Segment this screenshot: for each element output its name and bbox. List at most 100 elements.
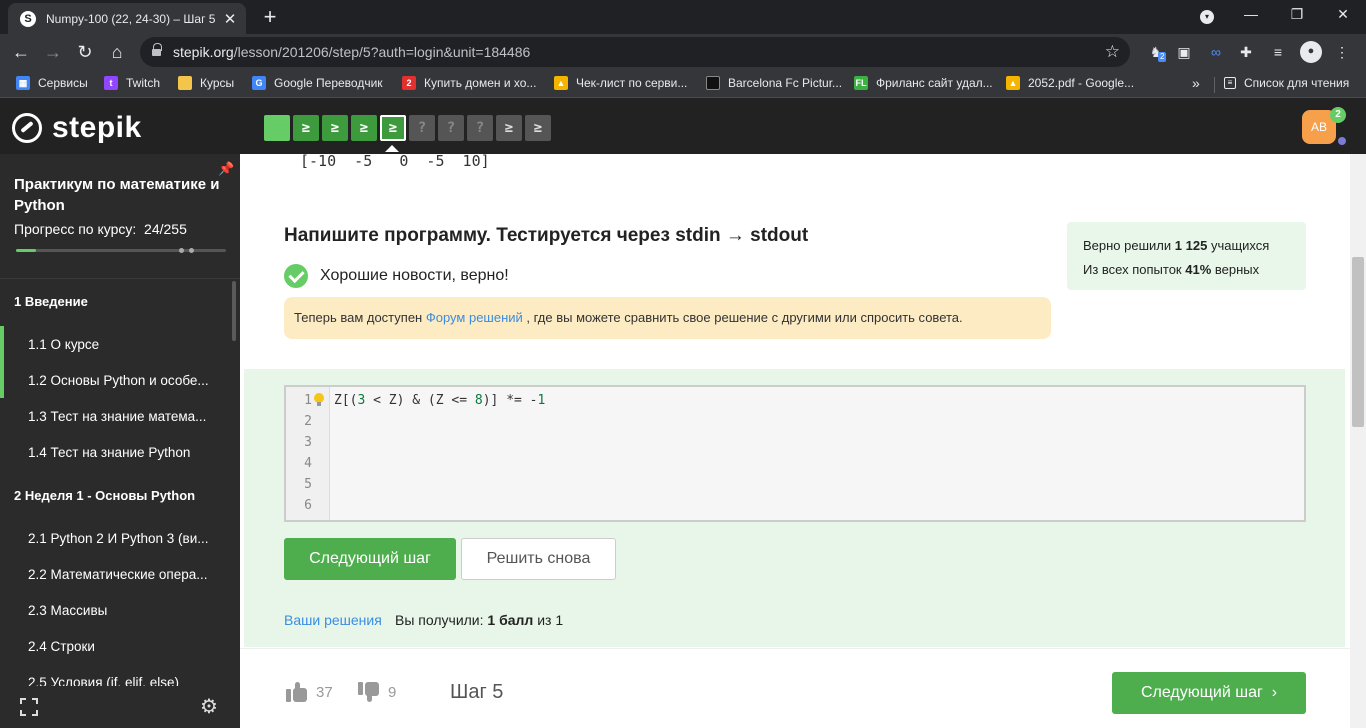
code-line[interactable]: Z[(3 < Z) & (Z <= 8)] *= -1 bbox=[334, 393, 545, 408]
address-bar[interactable]: stepik.org/lesson/201206/step/5?auth=log… bbox=[140, 37, 1130, 67]
step-navigation: ≥ ≥ ≥ ≥??? ≥ ≥ bbox=[264, 115, 551, 141]
your-solutions-link[interactable]: Ваши решения bbox=[284, 612, 382, 628]
back-icon[interactable]: ← bbox=[10, 41, 32, 63]
sidebar-lesson[interactable]: 2.4 Строки bbox=[28, 639, 224, 654]
lightbulb-icon[interactable] bbox=[314, 393, 324, 407]
bookmark-item[interactable]: Курсы bbox=[178, 76, 234, 90]
menu-dots-icon[interactable]: ⋮ bbox=[1332, 42, 1352, 62]
sidebar-lesson[interactable]: 1.4 Тест на знание Python bbox=[28, 445, 224, 460]
tab-title: Numpy-100 (22, 24-30) – Шаг 5 – bbox=[46, 11, 216, 26]
bookmark-item[interactable]: ▲ 2052.pdf - Google... bbox=[1006, 76, 1134, 90]
line-number: 6 bbox=[304, 498, 312, 513]
thumbs-down-icon bbox=[358, 682, 380, 702]
solve-stats: Верно решили 1 125 учащихся Из всех попы… bbox=[1067, 222, 1306, 290]
stepik-header: stepik ≥ ≥ ≥ ≥??? ≥ ≥ AB 2 bbox=[0, 98, 1366, 154]
lesson-done-marker bbox=[0, 362, 4, 398]
course-progress: Прогресс по курсу: 24/255 bbox=[14, 221, 187, 237]
line-number: 1 bbox=[304, 393, 312, 408]
step-content: [-10 -5 0 -5 10] Напишите программу. Тес… bbox=[240, 154, 1350, 728]
retry-button[interactable]: Решить снова bbox=[461, 538, 616, 580]
line-number: 4 bbox=[304, 456, 312, 471]
step-tab[interactable]: ? bbox=[409, 115, 435, 141]
sidebar-lesson[interactable]: 2.3 Массивы bbox=[28, 603, 224, 618]
success-message: Хорошие новости, верно! bbox=[284, 264, 509, 288]
stepik-logo-icon bbox=[12, 113, 42, 143]
step-current[interactable]: ≥ bbox=[380, 115, 406, 141]
bookmark-item[interactable]: Barcelona Fc Pictur... bbox=[706, 76, 842, 90]
profile-icon[interactable]: ● bbox=[1300, 41, 1322, 63]
lesson-done-marker bbox=[0, 326, 4, 362]
dislike-button[interactable]: 9 bbox=[358, 682, 396, 702]
course-sidebar: 📌 Практикум по математике и Python Прогр… bbox=[0, 154, 240, 728]
bookmark-star-icon[interactable]: ☆ bbox=[1105, 42, 1120, 62]
bookmark-item[interactable]: 2 Купить домен и хо... bbox=[402, 76, 536, 90]
bookmark-item[interactable]: ▲ Чек-лист по серви... bbox=[554, 76, 687, 90]
reading-list-button[interactable]: ≡ Список для чтения bbox=[1224, 76, 1349, 90]
browser-tab-active[interactable]: S Numpy-100 (22, 24-30) – Шаг 5 – ✕ bbox=[8, 3, 246, 34]
step-tab[interactable]: ? bbox=[467, 115, 493, 141]
sidebar-lesson[interactable]: 1.2 Основы Python и особе... bbox=[28, 373, 224, 388]
like-count: 37 bbox=[316, 683, 333, 701]
home-icon[interactable]: ⌂ bbox=[106, 41, 128, 63]
step-tab[interactable]: ≥ bbox=[322, 115, 348, 141]
bookmark-item[interactable]: G Google Переводчик bbox=[252, 76, 383, 90]
next-step-bottom-button[interactable]: Следующий шаг › bbox=[1112, 672, 1306, 714]
lock-extension-icon[interactable]: ▣ bbox=[1174, 42, 1194, 62]
module-2[interactable]: 2 Неделя 1 - Основы Python bbox=[14, 488, 195, 503]
step-tab[interactable]: ≥ bbox=[525, 115, 551, 141]
close-window-icon[interactable]: ✕ bbox=[1332, 6, 1354, 23]
footer-divider bbox=[240, 648, 1350, 649]
page-scrollbar-thumb[interactable] bbox=[1352, 257, 1364, 427]
chevron-right-icon[interactable]: » bbox=[1192, 75, 1200, 91]
step-number-label: Шаг 5 bbox=[450, 681, 504, 703]
page-scrollbar-track[interactable] bbox=[1350, 154, 1366, 728]
progress-dot bbox=[189, 248, 194, 253]
minimize-icon[interactable]: — bbox=[1240, 6, 1262, 22]
step-tab[interactable]: ? bbox=[438, 115, 464, 141]
translate-icon: G bbox=[252, 76, 266, 90]
sidebar-lesson[interactable]: 1.1 О курсе bbox=[28, 337, 224, 352]
tab-search-icon[interactable]: ▾ bbox=[1200, 10, 1214, 24]
fl-icon: FL bbox=[854, 76, 868, 90]
bookmark-item[interactable]: ▦ Сервисы bbox=[16, 76, 88, 90]
step-tab[interactable]: ≥ bbox=[351, 115, 377, 141]
course-title[interactable]: Практикум по математике и Python bbox=[14, 174, 228, 216]
sidebar-scrollbar[interactable] bbox=[232, 281, 236, 341]
drive-icon: ▲ bbox=[554, 76, 568, 90]
lock-icon[interactable] bbox=[152, 42, 162, 58]
sidebar-lesson[interactable]: 1.3 Тест на знание матема... bbox=[28, 409, 224, 424]
forum-link[interactable]: Форум решений bbox=[426, 310, 523, 325]
bookmark-item[interactable]: t Twitch bbox=[104, 76, 160, 90]
sidebar-lesson[interactable]: 2.2 Математические опера... bbox=[28, 567, 224, 582]
twitch-icon: t bbox=[104, 76, 118, 90]
step-tab[interactable]: ≥ bbox=[293, 115, 319, 141]
progress-bar-fill bbox=[16, 249, 36, 252]
fullscreen-icon[interactable] bbox=[20, 698, 38, 716]
puzzle-icon[interactable]: ✚ bbox=[1236, 42, 1256, 62]
progress-bar bbox=[16, 249, 226, 252]
media-control-icon[interactable]: ≡ bbox=[1268, 42, 1288, 62]
module-1[interactable]: 1 Введение bbox=[14, 294, 88, 309]
image-icon bbox=[706, 76, 720, 90]
next-step-button[interactable]: Следующий шаг bbox=[284, 538, 456, 580]
sidebar-lesson[interactable]: 2.1 Python 2 И Python 3 (ви... bbox=[28, 531, 224, 546]
stats-solved-line: Верно решили 1 125 учащихся bbox=[1083, 238, 1270, 253]
infinity-extension-icon[interactable]: ∞ bbox=[1206, 42, 1226, 62]
apps-icon: ▦ bbox=[16, 76, 30, 90]
forum-info-box: Теперь вам доступен Форум решений , где … bbox=[284, 297, 1051, 339]
bookmark-item[interactable]: FL Фриланс сайт удал... bbox=[854, 76, 993, 90]
forward-icon[interactable]: → bbox=[42, 41, 64, 63]
like-button[interactable]: 37 bbox=[286, 682, 333, 702]
maximize-icon[interactable]: ❐ bbox=[1286, 6, 1308, 23]
stepik-logo[interactable]: stepik bbox=[12, 111, 142, 145]
chevron-right-icon: › bbox=[1271, 684, 1278, 701]
extension-icon[interactable]: ♞ 2 bbox=[1146, 42, 1167, 62]
gear-icon[interactable]: ⚙ bbox=[200, 694, 218, 719]
step-tab[interactable]: ≥ bbox=[496, 115, 522, 141]
score-text: Вы получили: 1 балл из 1 bbox=[395, 612, 564, 628]
code-editor[interactable]: 1 2 3 4 5 6 Z[(3 < Z) & (Z <= 8)] *= -1 bbox=[284, 385, 1306, 522]
reload-icon[interactable]: ↻ bbox=[74, 41, 96, 63]
new-tab-button[interactable]: + bbox=[258, 5, 282, 29]
step-tab[interactable] bbox=[264, 115, 290, 141]
close-icon[interactable]: ✕ bbox=[222, 10, 238, 28]
